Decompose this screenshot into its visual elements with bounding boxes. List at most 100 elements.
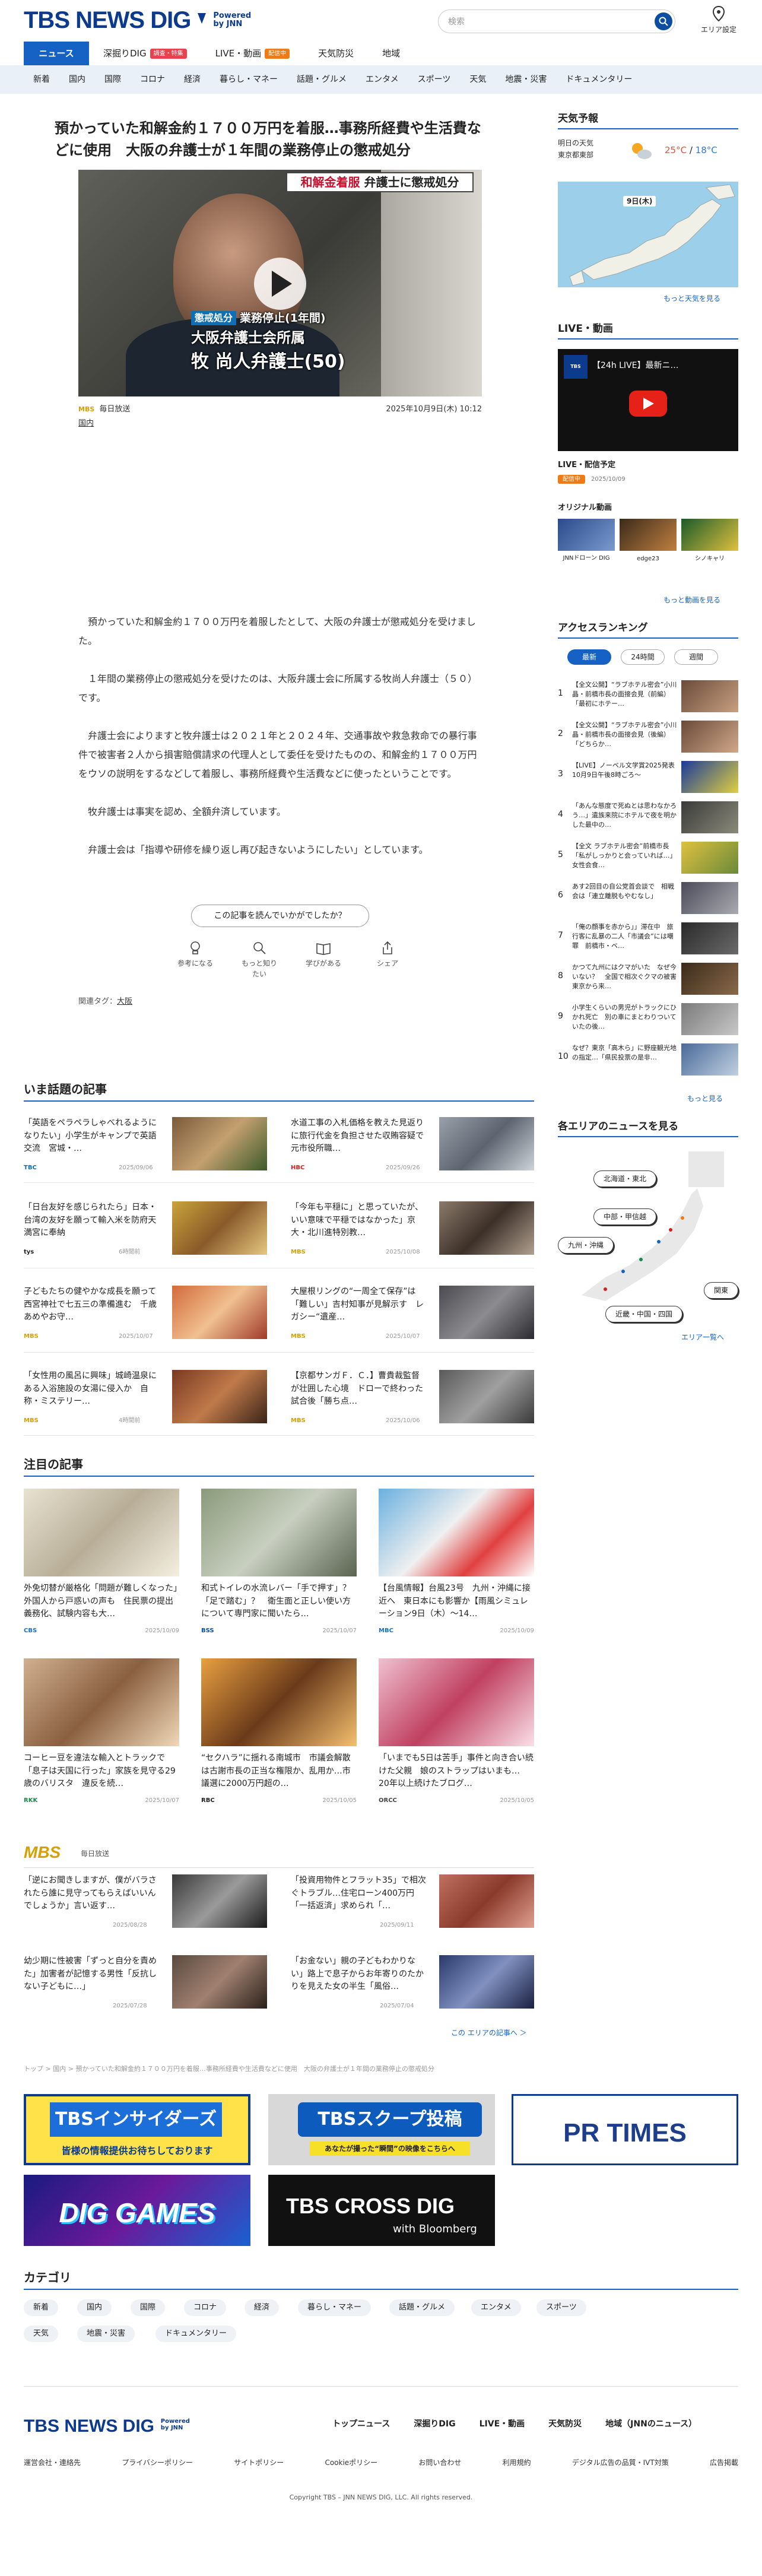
live-player[interactable]: TBS 【24h LIVE】最新ニ…	[558, 349, 738, 451]
category-pill[interactable]: 国際	[131, 2299, 166, 2316]
featured-card[interactable]: 外免切替が厳格化「問題が難しくなった」外国人から戸惑いの声も 住民票の提出義務化…	[24, 1489, 179, 1637]
article-video[interactable]: 和解金着服 弁護士に懲戒処分 懲戒処分 業務停止(1年間) 大阪弁護士会所属 牧 …	[78, 170, 482, 396]
prtimes-banner[interactable]: PR TIMES	[512, 2094, 738, 2165]
ranking-item[interactable]: 8 かつて九州にはクマがいた なぜ今いない？ 全国で相次ぐクマの被害 東京から来…	[558, 963, 738, 996]
category-pill[interactable]: コロナ	[184, 2299, 227, 2316]
subnav-item[interactable]: 経済	[174, 65, 210, 94]
ranking-item[interactable]: 10 なぜ？東京「高木ら」に野座観光地の指定…「県民投票の是非…	[558, 1043, 738, 1077]
subnav-item[interactable]: 天気	[460, 65, 496, 94]
nav-deepdig[interactable]: 深掘りDIG 調査・特集	[89, 42, 201, 65]
mbs-more-link[interactable]: この エリアの記事へ ＞	[451, 2028, 527, 2038]
subnav-item[interactable]: 地震・災害	[496, 65, 556, 94]
search-input[interactable]	[448, 14, 638, 29]
subnav-item[interactable]: 新着	[24, 65, 59, 94]
subnav-item[interactable]: 国際	[95, 65, 131, 94]
search-button[interactable]	[655, 12, 672, 30]
tag-link[interactable]: 大阪	[117, 997, 132, 1006]
category-pill[interactable]: 天気	[24, 2326, 59, 2342]
footer-nav-item[interactable]: 地域（JNNのニュース）	[605, 2418, 697, 2431]
weather-summary[interactable]: 明日の天気 東京都東部 25°C / 18°C	[558, 132, 738, 177]
trending-item[interactable]: 「女性用の風呂に興味」城崎温泉にある入浴施設の女湯に侵入か 自称・ミステリー… …	[24, 1370, 267, 1429]
footer-link[interactable]: Cookieポリシー	[325, 2457, 377, 2468]
nav-live[interactable]: LIVE・動画 配信中	[201, 42, 304, 65]
original-thumb[interactable]	[620, 519, 677, 551]
footer-link[interactable]: お問い合わせ	[418, 2457, 461, 2468]
ranking-item[interactable]: 3 【LIVE】ノーベル文学賞2025発表 10月9日午後8時ごろ～	[558, 761, 738, 794]
mbs-item[interactable]: 「お金ない」親の子どもわかりない」路上で息子からお年寄りのたかりを見えた女の半生…	[291, 1955, 534, 2015]
ranking-more-link[interactable]: もっと見る	[687, 1093, 723, 1104]
trending-item[interactable]: 「今年も平穏に」と思っていたが、いい意味で平穏ではなかった」京大・北川進特別教……	[291, 1201, 534, 1261]
trending-item[interactable]: 「英語をペラペラしゃべれるようになりたい」小学生がキャンプで英語交流 宮城・… …	[24, 1117, 267, 1176]
footer-nav-item[interactable]: 深掘りDIG	[414, 2418, 455, 2431]
area-kinki[interactable]: 近畿・中国・四国	[605, 1306, 683, 1322]
subnav-item[interactable]: スポーツ	[408, 65, 461, 94]
area-kyushu[interactable]: 九州・沖縄	[558, 1237, 614, 1254]
footer-nav-item[interactable]: LIVE・動画	[480, 2418, 525, 2431]
site-logo[interactable]: TBS NEWS DIG Powered by JNN	[24, 7, 251, 33]
source-name[interactable]: 毎日放送	[99, 405, 130, 414]
featured-card[interactable]: 【台風情報】台風23号 九州・沖縄に接近へ 東日本にも影響か【雨風シミュレーショ…	[379, 1489, 534, 1637]
ranking-item[interactable]: 7 「俺の顔事を赤から」」滞在中 旅行客に乱暴の二人「市議会”には嘲罪 前橋市・ベ…	[558, 922, 738, 956]
diggames-banner[interactable]: DIG GAMES	[24, 2175, 250, 2246]
subnav-item[interactable]: コロナ	[131, 65, 174, 94]
ranking-item[interactable]: 9 小学生くらいの男児がトラックにひかれ死亡 別の車にまとわりついていたの後…	[558, 1003, 738, 1036]
trending-item[interactable]: 「日台友好を感じられたら」日本・台湾の友好を願って輸入米を防府天満宮に奉納 ty…	[24, 1201, 267, 1261]
youtube-play-button[interactable]	[629, 391, 667, 417]
feedback-more[interactable]: もっと知りたい	[239, 940, 280, 979]
category-pill[interactable]: 暮らし・マネー	[298, 2299, 372, 2316]
area-hokkaido-tohoku[interactable]: 北海道・東北	[593, 1170, 657, 1187]
insiders-banner[interactable]: TBSインサイダーズ 皆様の情報提供お待ちしております	[24, 2094, 250, 2165]
trending-item[interactable]: 水道工事の入札価格を教えた見返りに旅行代金を負担させた収賄容疑で 元市役所職… …	[291, 1117, 534, 1176]
area-kanto[interactable]: 関東	[704, 1282, 739, 1299]
footer-link[interactable]: デジタル広告の品質・IVT対策	[572, 2457, 669, 2468]
crossdig-banner[interactable]: TBS CROSS DIG with Bloomberg	[268, 2175, 495, 2246]
ranking-item[interactable]: 4 「あんな態度で死ぬとは思わなかろう…」遺族来院にホテルで夜を明かした最中の…	[558, 801, 738, 835]
mbs-item[interactable]: 幼少期に性被害「ずっと自分を責めた」加害者が記憶する男性「反抗しない子どもに…」…	[24, 1955, 267, 2015]
footer-logo[interactable]: TBS NEWS DIG Powered by JNN	[24, 2413, 190, 2439]
trending-item[interactable]: 【京都サンガＦ．Ｃ．】曹貴裁監督が壮囲した心境 ドローで終わった試合後「勝ち点……	[291, 1370, 534, 1429]
footer-link[interactable]: 利用規約	[503, 2457, 531, 2468]
category-pill[interactable]: 経済	[245, 2299, 280, 2316]
ranking-tab-latest[interactable]: 最新	[567, 649, 611, 665]
mbs-item[interactable]: 「投資用物件とフラット35」で相次ぐトラブル…住宅ローン400万円「一括返済」求…	[291, 1874, 534, 1934]
footer-nav-item[interactable]: 天気防災	[548, 2418, 582, 2431]
trending-item[interactable]: 子どもたちの健やかな成長を願って 西宮神社で七五三の準備進む 千歳あめやお守… …	[24, 1286, 267, 1345]
category-pill[interactable]: エンタメ	[471, 2299, 521, 2316]
feedback-learn[interactable]: 学びがある	[303, 940, 344, 979]
article-category[interactable]: 国内	[78, 418, 94, 430]
original-thumb[interactable]	[558, 519, 615, 551]
featured-card[interactable]: “セクハラ”に揺れる南城市 市議会解散は古謝市長の正当な権限か、乱用か…市議選に…	[201, 1658, 357, 1807]
footer-link[interactable]: 運営会社・連絡先	[24, 2457, 81, 2468]
scoop-banner[interactable]: TBSスクープ投稿 あなたが撮った“瞬間”の映像をこちらへ	[268, 2094, 495, 2165]
footer-link[interactable]: プライバシーポリシー	[122, 2457, 193, 2468]
live-more-link[interactable]: もっと動画を見る	[663, 595, 720, 605]
weather-more-link[interactable]: もっと天気を見る	[663, 293, 720, 304]
category-pill[interactable]: 地震・災害	[77, 2326, 135, 2342]
ranking-item[interactable]: 5 【全文 ラブホテル密会”前橋市長「私がしっかりと会っていれば…」 女性会食…	[558, 842, 738, 875]
ranking-item[interactable]: 1 【全文公開】“ラブホテル密会”小川晶・前橋市長の面接会見（前編）「最初にホテー…	[558, 680, 738, 713]
weather-map[interactable]: 9日(木)	[558, 182, 738, 287]
play-button[interactable]	[254, 258, 306, 310]
featured-card[interactable]: 「いまでも5日は苦手」事件と向き合い続けた父親 娘のストラップはいまも… 20年…	[379, 1658, 534, 1807]
ranking-tab-weekly[interactable]: 週間	[674, 649, 718, 665]
original-thumb[interactable]	[681, 519, 738, 551]
trending-item[interactable]: 大屋根リングの“一周全て保存”は「難しい」吉村知事が見解示す レガシー“遺産… …	[291, 1286, 534, 1345]
footer-link[interactable]: サイトポリシー	[234, 2457, 284, 2468]
footer-link[interactable]: 広告掲載	[710, 2457, 738, 2468]
category-pill[interactable]: スポーツ	[536, 2299, 586, 2316]
subnav-item[interactable]: 話題・グルメ	[287, 65, 356, 94]
category-pill[interactable]: 話題・グルメ	[389, 2299, 455, 2316]
area-chubu[interactable]: 中部・甲信越	[593, 1208, 657, 1225]
featured-card[interactable]: コーヒー豆を違法な輸入とトラックで「息子は天国に行った」家族を見守る29歳のバリ…	[24, 1658, 179, 1807]
subnav-item[interactable]: エンタメ	[356, 65, 408, 94]
category-pill[interactable]: 新着	[24, 2299, 59, 2316]
area-setting-button[interactable]: エリア設定	[698, 5, 739, 35]
category-pill[interactable]: 国内	[77, 2299, 112, 2316]
share-button[interactable]: シェア	[367, 940, 408, 979]
category-pill[interactable]: ドキュメンタリー	[155, 2326, 237, 2342]
nav-region[interactable]: 地域	[368, 42, 414, 65]
mbs-item[interactable]: 「逆にお聞きしますが、僕がバラされたら誰に見守ってもらえばいいんでしょうか」言い…	[24, 1874, 267, 1934]
subnav-item[interactable]: ドキュメンタリー	[556, 65, 642, 94]
areas-more-link[interactable]: エリア一覧へ	[681, 1332, 724, 1343]
ranking-item[interactable]: 6 あす2回目の自公党首会談で 相戦会は「連立離脱もやむなし」	[558, 882, 738, 915]
